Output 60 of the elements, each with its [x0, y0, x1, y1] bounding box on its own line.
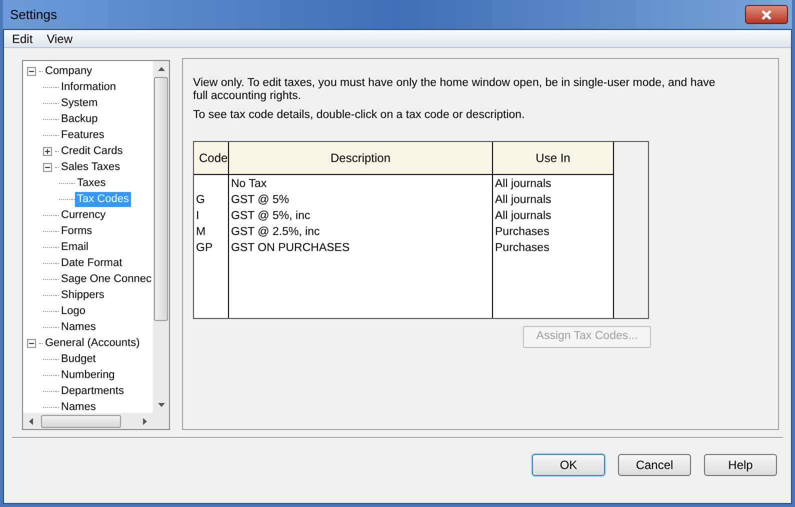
tree-item[interactable]: Shippers — [59, 288, 106, 302]
vertical-scrollbar[interactable] — [153, 61, 169, 413]
collapse-icon[interactable] — [27, 338, 36, 348]
table-cell: GST ON PURCHASES — [231, 242, 350, 254]
tree-item[interactable]: Company — [43, 64, 94, 78]
scrollbar-thumb[interactable] — [41, 414, 121, 428]
tree-item[interactable]: System — [59, 96, 100, 110]
tree-item[interactable]: Sage One Connec — [59, 272, 153, 286]
dialog-button[interactable]: OK — [532, 454, 605, 476]
table-cell: All journals — [495, 178, 552, 190]
info-text: View only. To edit taxes, you must have only the home window open, be in single-user mode, and have full accounting rights. — [193, 77, 716, 103]
table-cell: M — [196, 226, 206, 238]
dialog-button[interactable]: Help — [704, 454, 777, 476]
column-header[interactable]: Use In — [493, 142, 613, 174]
tree-item[interactable]: Currency — [59, 208, 108, 222]
tree-item[interactable]: Backup — [59, 112, 100, 126]
tree-item[interactable]: Information — [59, 80, 118, 94]
table-cell: No Tax — [231, 178, 267, 190]
tree-item[interactable]: Names — [59, 320, 98, 334]
scroll-right-icon[interactable] — [143, 418, 147, 424]
tree-item[interactable]: Features — [59, 128, 106, 142]
close-button[interactable] — [745, 5, 788, 24]
table-cell: G — [196, 194, 205, 206]
tree-item[interactable]: Sales Taxes — [59, 160, 122, 174]
tree-item[interactable]: Names — [59, 400, 98, 413]
tree-item[interactable]: Date Format — [59, 256, 124, 270]
menu-item[interactable]: View — [46, 30, 72, 48]
scroll-down-icon[interactable] — [158, 403, 164, 407]
table-cell: I — [196, 210, 200, 222]
table-cell: All journals — [495, 210, 552, 222]
table-cell: GST @ 2.5%, inc — [231, 226, 320, 238]
column-header[interactable]: Code — [194, 142, 229, 174]
tree-item[interactable]: Forms — [59, 224, 94, 238]
table-cell: Purchases — [495, 242, 550, 254]
dialog-button[interactable]: Cancel — [618, 454, 691, 476]
table-cell: GST @ 5%, inc — [231, 210, 310, 222]
tree-item[interactable]: General (Accounts) — [43, 336, 142, 350]
tree-item[interactable]: Taxes — [75, 176, 108, 190]
menu-item[interactable]: Edit — [12, 30, 33, 48]
window-title: Settings — [10, 6, 57, 24]
tree-item[interactable]: Budget — [59, 352, 98, 366]
info-text: To see tax code details, double-click on a tax code or description. — [193, 109, 526, 122]
collapse-icon[interactable] — [43, 162, 52, 172]
tree-item[interactable]: Logo — [59, 304, 88, 318]
scroll-up-icon[interactable] — [158, 67, 164, 71]
collapse-icon[interactable] — [27, 66, 36, 76]
expand-icon[interactable] — [43, 146, 52, 156]
table-cell: All journals — [495, 194, 552, 206]
scroll-left-icon[interactable] — [29, 418, 33, 424]
column-header[interactable]: Description — [229, 142, 493, 174]
table-cell: GST @ 5% — [231, 194, 290, 206]
close-icon — [761, 10, 772, 20]
table-cell: GP — [196, 242, 213, 254]
tree-item[interactable]: Email — [59, 240, 91, 254]
tree-item[interactable]: Departments — [59, 384, 126, 398]
tree-item[interactable]: Numbering — [59, 368, 117, 382]
horizontal-scrollbar[interactable] — [23, 413, 169, 429]
table-cell: Purchases — [495, 226, 550, 238]
tree-item[interactable]: Credit Cards — [59, 144, 125, 158]
scrollbar-thumb[interactable] — [154, 77, 168, 321]
